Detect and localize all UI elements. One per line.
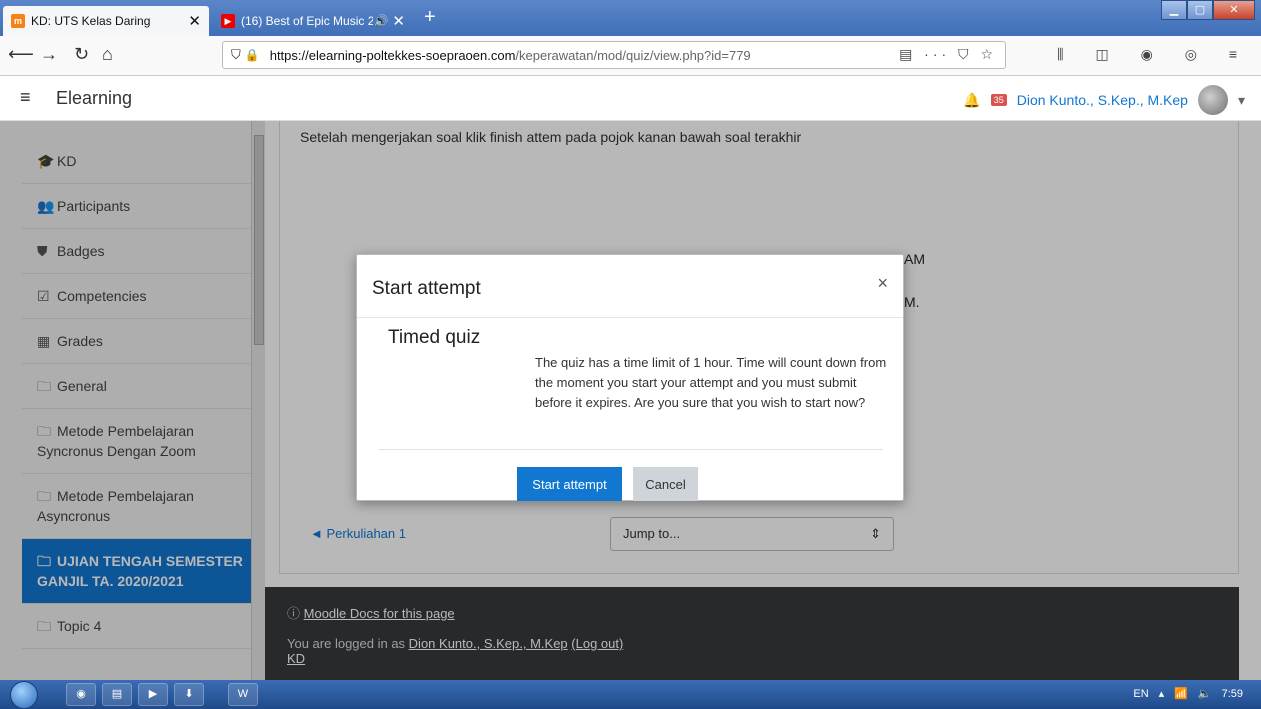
start-button[interactable]	[10, 681, 38, 709]
tab-title: KD: UTS Kelas Daring	[31, 14, 151, 28]
media-taskbar-icon[interactable]: ▶	[138, 683, 168, 706]
browser-navbar: ⟵ → ↻ ⌂ ⛉ 🔒 https://elearning-poltekkes-…	[0, 36, 1261, 76]
new-tab-button[interactable]: +	[424, 6, 436, 29]
modal-title: Start attempt	[372, 278, 481, 299]
minimize-button[interactable]: ▁	[1161, 0, 1187, 20]
back-button[interactable]: ⟵	[8, 44, 34, 65]
explorer-taskbar-icon[interactable]: ▤	[102, 683, 132, 706]
reload-button[interactable]: ↻	[74, 44, 89, 65]
network-icon[interactable]: 📶	[1174, 687, 1188, 700]
youtube-favicon-icon: ▶	[221, 14, 235, 28]
url-actions[interactable]: ▤ ··· ⛉ ☆	[899, 46, 997, 63]
chevron-down-icon[interactable]: ▾	[1238, 92, 1245, 109]
user-area: 🔔 35 Dion Kunto., S.Kep., M.Kep ▾	[963, 85, 1245, 115]
window-controls: ▁ ▢ ✕	[1161, 0, 1255, 20]
tab-title: (16) Best of Epic Music 2017	[241, 14, 374, 28]
windows-taskbar: ◉ ▤ ▶ ⬇ W EN ▴ 📶 🔈 7:59	[0, 680, 1261, 709]
home-button[interactable]: ⌂	[102, 44, 113, 65]
close-window-button[interactable]: ✕	[1213, 0, 1255, 20]
firefox-taskbar-icon[interactable]: ◉	[66, 683, 96, 706]
avatar[interactable]	[1197, 85, 1228, 115]
timed-quiz-message: The quiz has a time limit of 1 hour. Tim…	[535, 355, 887, 410]
url-path: /keperawatan/mod/quiz/view.php?id=779	[515, 47, 751, 63]
url-bar[interactable]: ⛉ 🔒 https://elearning-poltekkes-soepraoe…	[222, 41, 1006, 69]
tab-kd-uts[interactable]: m KD: UTS Kelas Daring ✕	[3, 6, 209, 36]
url-host: https://elearning-poltekkes-soepraoen.co…	[269, 47, 516, 63]
user-menu-name[interactable]: Dion Kunto., S.Kep., M.Kep	[1017, 92, 1188, 108]
notifications-icon[interactable]: 🔔	[963, 92, 980, 109]
divider	[379, 449, 883, 450]
site-brand[interactable]: Elearning	[56, 88, 132, 109]
volume-icon[interactable]: 🔈	[1198, 687, 1212, 700]
shield-icon: ⛉	[231, 47, 241, 62]
download-taskbar-icon[interactable]: ⬇	[174, 683, 204, 706]
forward-button[interactable]: →	[40, 44, 58, 65]
tab-close-icon[interactable]: ✕	[392, 12, 405, 30]
tab-epic-music[interactable]: ▶ (16) Best of Epic Music 2017 🔊 ✕	[213, 6, 413, 36]
moodle-header: ≡ Elearning 🔔 35 Dion Kunto., S.Kep., M.…	[0, 77, 1261, 121]
word-taskbar-icon[interactable]: W	[228, 683, 258, 706]
browser-tab-bar: m KD: UTS Kelas Daring ✕ ▶ (16) Best of …	[0, 0, 1261, 36]
tab-close-icon[interactable]: ✕	[188, 12, 201, 30]
tray-expand-icon[interactable]: ▴	[1159, 687, 1165, 700]
clock[interactable]: 7:59	[1222, 688, 1243, 700]
toolbar-icons[interactable]: ⫼ ◫ ◉ ◎ ≡	[1057, 46, 1251, 63]
timed-quiz-heading: Timed quiz	[388, 327, 481, 348]
cancel-button[interactable]: Cancel	[633, 467, 698, 501]
start-attempt-dialog: Start attempt × Timed quiz The quiz has …	[356, 254, 904, 501]
start-attempt-button[interactable]: Start attempt	[517, 467, 622, 501]
close-icon[interactable]: ×	[877, 273, 888, 294]
speaker-icon[interactable]: 🔊	[373, 14, 388, 28]
menu-toggle-icon[interactable]: ≡	[20, 87, 31, 108]
system-tray: EN ▴ 📶 🔈 7:59	[1133, 687, 1243, 701]
language-indicator[interactable]: EN	[1133, 688, 1148, 700]
maximize-button[interactable]: ▢	[1187, 0, 1213, 20]
lock-icon: 🔒	[244, 48, 260, 62]
message-count-badge[interactable]: 35	[990, 94, 1007, 106]
moodle-favicon-icon: m	[11, 14, 25, 28]
modal-header: Start attempt ×	[357, 255, 903, 318]
